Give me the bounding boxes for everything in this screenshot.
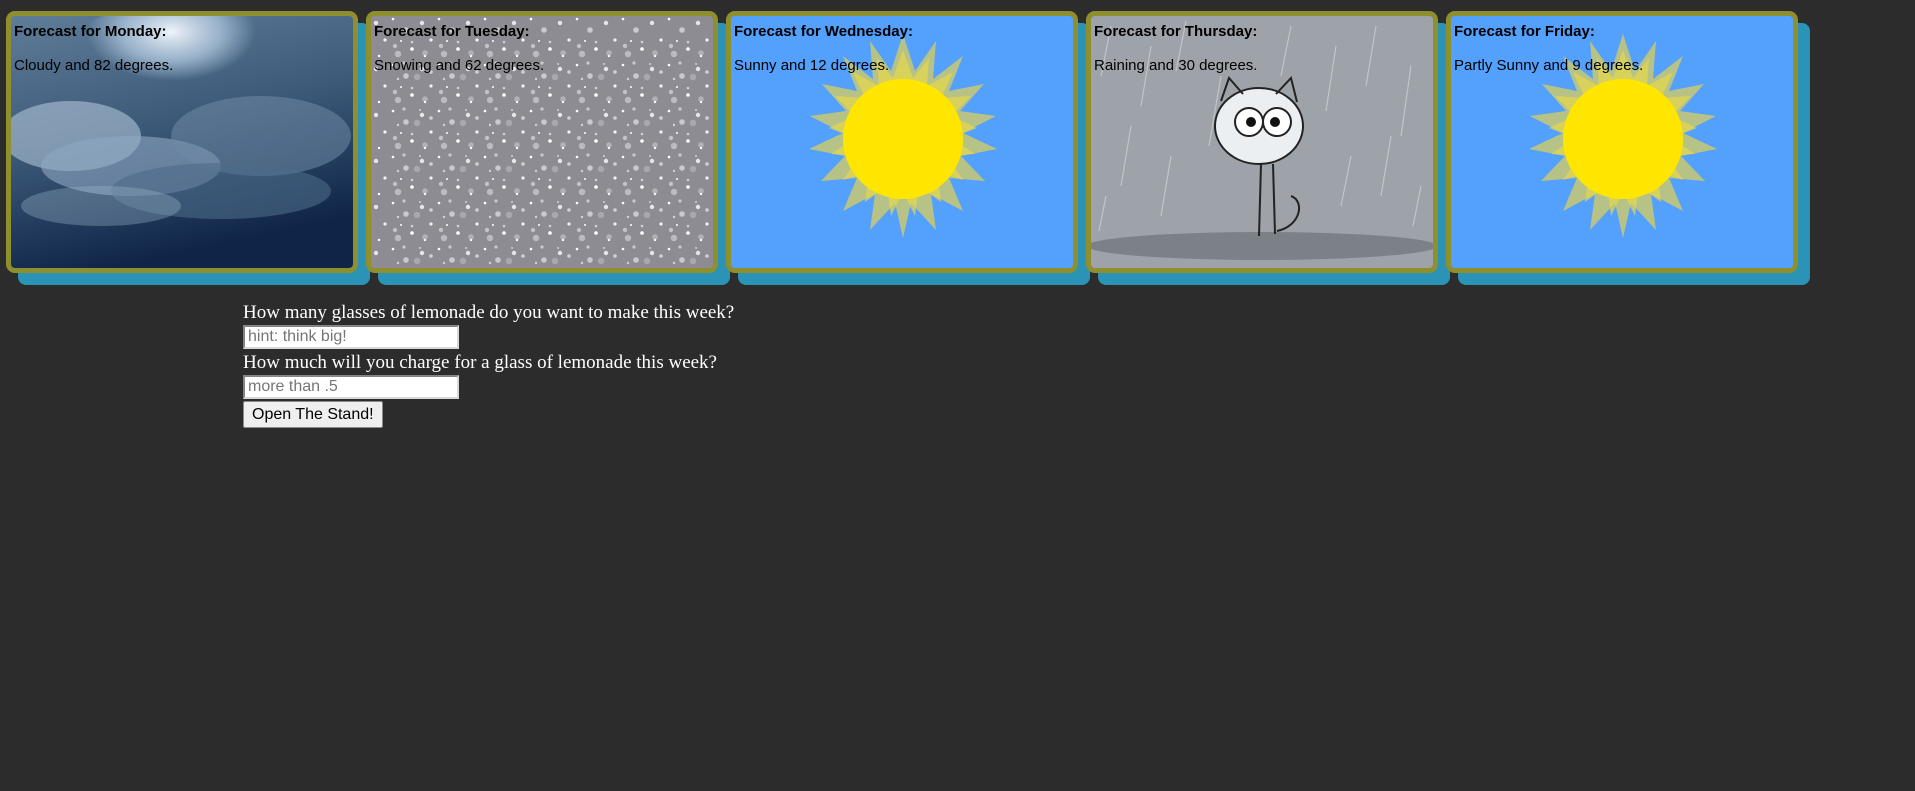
forecast-day-title: Forecast for Tuesday: [374, 23, 530, 40]
snow-image [371, 16, 713, 268]
forecast-day-title: Forecast for Wednesday: [734, 23, 913, 40]
sun-image [731, 16, 1073, 268]
open-stand-button[interactable]: Open The Stand! [243, 401, 383, 428]
forecast-card-wednesday: Forecast for Wednesday: Sunny and 12 deg… [726, 11, 1090, 285]
forecast-description: Partly Sunny and 9 degrees. [1454, 57, 1644, 74]
forecast-day-title: Forecast for Thursday: [1094, 23, 1258, 40]
price-question-label: How much will you charge for a glass of … [243, 352, 717, 373]
forecast-card-thursday: Forecast for Thursday: Raining and 30 de… [1086, 11, 1450, 285]
card-face: Forecast for Monday: Cloudy and 82 degre… [6, 11, 358, 273]
forecast-row: Forecast for Monday: Cloudy and 82 degre… [6, 11, 1810, 291]
forecast-description: Raining and 30 degrees. [1094, 57, 1258, 74]
lemonade-form: How many glasses of lemonade do you want… [243, 301, 734, 428]
forecast-card-tuesday: Forecast for Tuesday: Snowing and 62 deg… [366, 11, 730, 285]
forecast-day-title: Forecast for Monday: [14, 23, 167, 40]
price-input[interactable] [243, 375, 459, 399]
card-face: Forecast for Wednesday: Sunny and 12 deg… [726, 11, 1078, 273]
cloudy-sky-image [11, 16, 353, 268]
glasses-input[interactable] [243, 325, 459, 349]
forecast-description: Sunny and 12 degrees. [734, 57, 890, 74]
glasses-question-label: How many glasses of lemonade do you want… [243, 302, 735, 323]
forecast-card-monday: Forecast for Monday: Cloudy and 82 degre… [6, 11, 370, 285]
forecast-description: Cloudy and 82 degrees. [14, 57, 174, 74]
card-face: Forecast for Tuesday: Snowing and 62 deg… [366, 11, 718, 273]
card-face: Forecast for Friday: Partly Sunny and 9 … [1446, 11, 1798, 273]
card-face: Forecast for Thursday: Raining and 30 de… [1086, 11, 1438, 273]
forecast-card-friday: Forecast for Friday: Partly Sunny and 9 … [1446, 11, 1810, 285]
forecast-day-title: Forecast for Friday: [1454, 23, 1595, 40]
forecast-description: Snowing and 62 degrees. [374, 57, 545, 74]
rain-cat-image [1091, 16, 1433, 268]
sun-image [1451, 16, 1793, 268]
